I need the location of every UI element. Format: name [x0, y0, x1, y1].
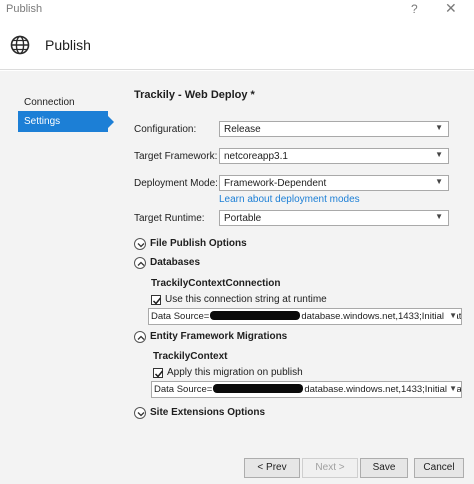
chevron-down-icon: ▼ [435, 177, 443, 186]
globe-icon [10, 35, 30, 55]
section-title: Entity Framework Migrations [150, 331, 288, 342]
chevron-down-icon: ▼ [435, 212, 443, 221]
chevron-down-icon: ▼ [447, 384, 457, 393]
deployment-mode-label: Deployment Mode: [134, 178, 218, 189]
collapse-chevron-icon[interactable] [134, 331, 146, 343]
configuration-label: Configuration: [134, 124, 197, 135]
dialog-footer: < Prev Next > Save Cancel [0, 448, 474, 484]
checkbox-label: Use this connection string at runtime [165, 294, 327, 305]
collapse-chevron-icon[interactable] [134, 257, 146, 269]
section-title: File Publish Options [150, 238, 247, 249]
deployment-mode-select[interactable]: Framework-Dependent ▼ [219, 175, 449, 191]
cancel-button[interactable]: Cancel [414, 458, 464, 478]
connection-string-prefix: Data Source= [151, 311, 210, 322]
chevron-down-icon: ▼ [435, 150, 443, 159]
checkbox-check-icon[interactable] [151, 295, 162, 305]
main-content: Connection Settings Trackily - Web Deplo… [0, 71, 474, 484]
target-framework-select[interactable]: netcoreapp3.1 ▼ [219, 148, 449, 164]
target-runtime-label: Target Runtime: [134, 213, 205, 224]
chevron-down-icon: ▼ [447, 311, 457, 320]
configuration-select[interactable]: Release ▼ [219, 121, 449, 137]
deployment-modes-link[interactable]: Learn about deployment modes [219, 194, 360, 205]
expand-chevron-icon[interactable] [134, 407, 146, 419]
section-title: Site Extensions Options [150, 407, 266, 418]
window-title: Publish [6, 3, 43, 15]
dialog-header: Publish [0, 18, 474, 70]
page-title: Publish [45, 37, 91, 53]
chevron-down-icon: ▼ [435, 123, 443, 132]
checkbox-label: Apply this migration on publish [167, 367, 303, 378]
profile-title: Trackily - Web Deploy * [134, 89, 255, 101]
migration-context-title: TrackilyContext [153, 351, 228, 362]
connection-string-suffix: database.windows.net,1433;Initial Catalo [304, 384, 462, 395]
checkbox-check-icon[interactable] [153, 368, 164, 378]
database-context-title: TrackilyContextConnection [151, 278, 281, 289]
close-icon[interactable]: ✕ [445, 0, 457, 17]
configuration-value: Release [224, 124, 261, 135]
nav-selection-arrow [108, 116, 114, 128]
database-connection-string-select[interactable]: Data Source= database.windows.net,1433;In… [148, 308, 462, 325]
connection-string-suffix: database.windows.net,1433;Initial Catalo [301, 311, 462, 322]
expand-chevron-icon[interactable] [134, 238, 146, 250]
target-framework-label: Target Framework: [134, 151, 218, 162]
target-runtime-select[interactable]: Portable ▼ [219, 210, 449, 226]
section-title: Databases [150, 257, 201, 268]
deployment-mode-value: Framework-Dependent [224, 178, 327, 189]
nav-item-connection[interactable]: Connection [18, 92, 108, 113]
prev-button[interactable]: < Prev [244, 458, 300, 478]
migration-connection-string-select[interactable]: Data Source= database.windows.net,1433;In… [151, 381, 462, 398]
redaction-mark [213, 384, 304, 393]
connection-string-prefix: Data Source= [154, 384, 213, 395]
redaction-mark [210, 311, 301, 320]
nav-item-settings[interactable]: Settings [18, 111, 108, 132]
target-runtime-value: Portable [224, 213, 262, 224]
help-icon[interactable]: ? [411, 2, 418, 16]
next-button[interactable]: Next > [302, 458, 358, 478]
target-framework-value: netcoreapp3.1 [224, 151, 288, 162]
save-button[interactable]: Save [360, 458, 408, 478]
title-bar: Publish ? ✕ [0, 0, 474, 18]
